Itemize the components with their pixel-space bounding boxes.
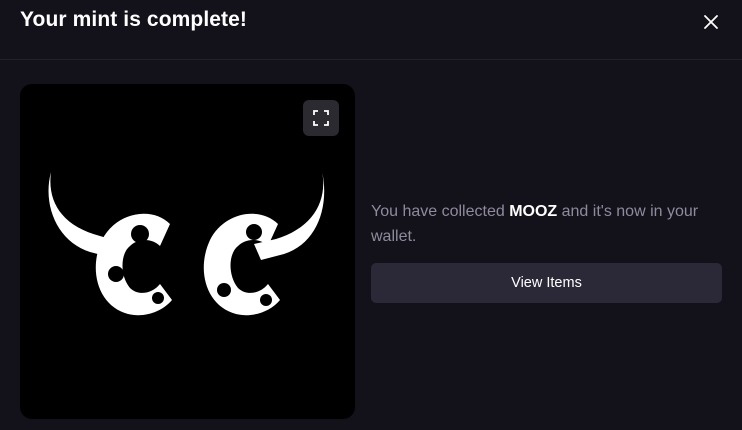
close-icon (704, 15, 718, 29)
collection-name: MOOZ (509, 203, 558, 220)
expand-icon (313, 110, 329, 126)
modal-header: Your mint is complete! (0, 0, 742, 60)
close-button[interactable] (700, 11, 722, 33)
message-prefix: You have collected (371, 203, 510, 220)
expand-button[interactable] (303, 100, 339, 136)
mint-complete-modal: Your mint is complete! You have collecte… (0, 0, 742, 430)
nft-media (20, 84, 355, 419)
mint-message: You have collected MOOZ and it's now in … (371, 199, 726, 249)
modal-title: Your mint is complete! (20, 8, 248, 31)
view-items-button[interactable]: View Items (371, 263, 722, 303)
